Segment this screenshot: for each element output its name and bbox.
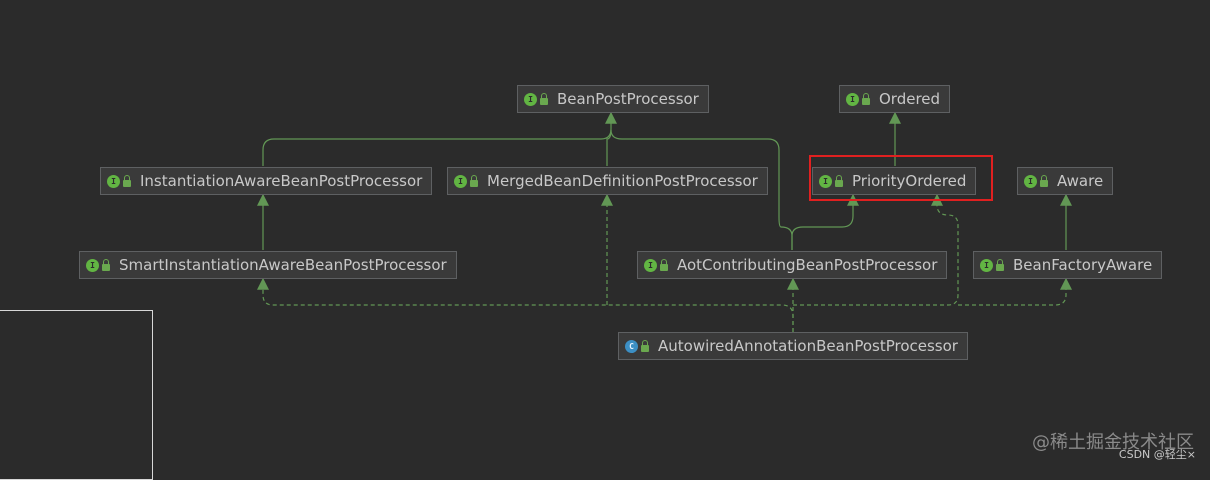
watermark-sub: CSDN @轻尘× — [1118, 448, 1196, 461]
node-label: Ordered — [879, 90, 941, 108]
unlocked-icon — [862, 92, 870, 105]
interface-icon: I — [524, 92, 537, 106]
node-label: BeanFactoryAware — [1013, 256, 1153, 274]
node-label: AutowiredAnnotationBeanPostProcessor — [658, 337, 958, 355]
unlocked-icon — [1040, 174, 1048, 187]
node-iabpp[interactable]: I InstantiationAwareBeanPostProcessor — [100, 167, 433, 195]
edge-iabpp-to-bpp — [262, 111, 617, 166]
node-label: AotContributingBeanPostProcessor — [677, 256, 938, 274]
interface-icon: I — [454, 174, 467, 188]
unlocked-icon — [641, 339, 649, 352]
highlight-box — [809, 155, 993, 201]
node-bfa[interactable]: I BeanFactoryAware — [973, 251, 1163, 279]
diagram-edges — [257, 111, 1072, 332]
node-aot[interactable]: I AotContributingBeanPostProcessor — [637, 251, 948, 279]
node-bpp[interactable]: I BeanPostProcessor — [517, 85, 709, 113]
node-aware[interactable]: I Aware — [1017, 167, 1114, 195]
node-label: InstantiationAwareBeanPostProcessor — [140, 172, 423, 190]
node-label: Aware — [1057, 172, 1104, 190]
node-siabpp[interactable]: I SmartInstantiationAwareBeanPostProcesso… — [79, 251, 457, 279]
interface-icon: I — [86, 258, 99, 272]
node-label: BeanPostProcessor — [557, 90, 699, 108]
interface-icon: I — [980, 258, 993, 272]
interface-icon: I — [1024, 174, 1037, 188]
node-ordered[interactable]: I Ordered — [839, 85, 951, 113]
unlocked-icon — [540, 92, 548, 105]
unlocked-icon — [102, 258, 110, 271]
node-label: SmartInstantiationAwareBeanPostProcessor — [119, 256, 447, 274]
node-label: MergedBeanDefinitionPostProcessor — [487, 172, 758, 190]
edge-aot-to-priority — [791, 193, 859, 250]
edge-aabpp-to-siabpp — [257, 277, 794, 332]
node-aabpp[interactable]: C AutowiredAnnotationBeanPostProcessor — [618, 332, 968, 360]
class-icon: C — [625, 339, 638, 353]
unlocked-icon — [470, 174, 478, 187]
unlocked-icon — [123, 174, 131, 187]
edge-aabpp-to-bfa — [958, 277, 1072, 306]
unlocked-icon — [996, 258, 1004, 271]
interface-icon: I — [107, 174, 120, 188]
node-mbdpp[interactable]: I MergedBeanDefinitionPostProcessor — [447, 167, 768, 195]
edge-aabpp-to-priority — [793, 193, 959, 306]
unlocked-icon — [660, 258, 668, 271]
overlay-frame — [0, 310, 153, 480]
interface-icon: I — [846, 92, 859, 106]
interface-icon: I — [644, 258, 657, 272]
